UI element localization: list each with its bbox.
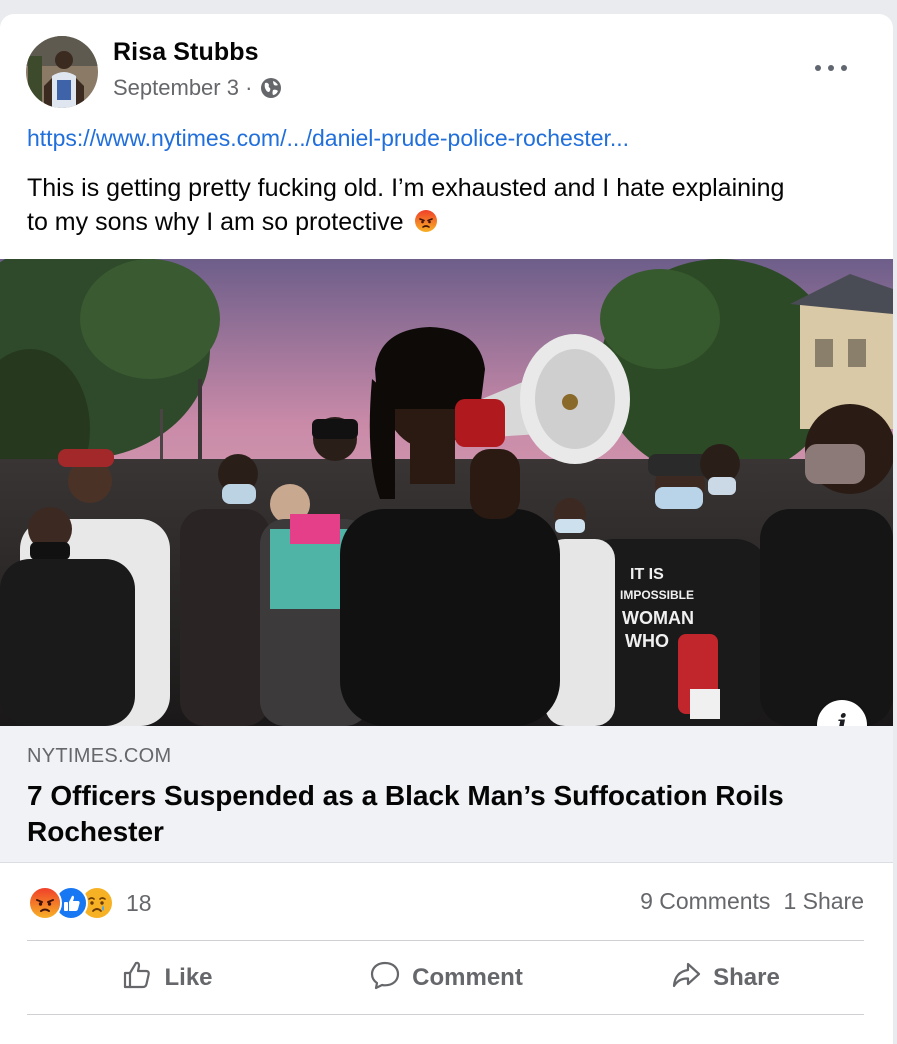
comment-label: Comment [412,964,523,991]
comment-button[interactable]: Comment [306,942,585,1014]
reactions-summary[interactable]: 18 [28,886,152,920]
comment-bubble-icon [368,958,402,999]
post-card: Risa Stubbs September 3 · https://www.ny… [0,14,893,1044]
svg-text:IMPOSSIBLE: IMPOSSIBLE [620,588,694,602]
link-domain: NYTIMES.COM [27,745,172,767]
svg-text:IT IS: IT IS [630,566,664,583]
article-photo[interactable]: IT IS IMPOSSIBLE WOMAN WHO [0,259,893,726]
thumbs-up-icon [120,958,154,999]
divider [27,1014,864,1015]
author-name[interactable]: Risa Stubbs [113,38,259,67]
dot [815,65,821,71]
action-bar: Like Comment Share [27,942,864,1014]
divider [27,940,864,941]
like-label: Like [164,964,213,991]
author-avatar[interactable] [26,36,98,108]
engagement-counts: 9 Comments 1 Share [640,888,864,915]
svg-text:WOMAN: WOMAN [622,608,694,628]
angry-icon [28,886,62,920]
comments-count[interactable]: 9 Comments [640,888,770,915]
globe-icon[interactable] [260,77,282,99]
dot [828,65,834,71]
dot [841,65,847,71]
reaction-count: 18 [126,889,152,916]
share-button[interactable]: Share [585,942,864,1014]
post-text-body: This is getting pretty fucking old. I’m … [27,174,785,236]
post-link[interactable]: https://www.nytimes.com/.../daniel-prude… [27,125,629,152]
post-date[interactable]: September 3 · [113,75,252,101]
svg-text:WHO: WHO [625,631,669,651]
angry-emoji-icon [414,208,438,232]
post-text: This is getting pretty fucking old. I’m … [27,171,787,239]
like-button[interactable]: Like [27,942,306,1014]
shares-count[interactable]: 1 Share [783,888,864,915]
post-meta: September 3 · [113,75,282,101]
more-options-button[interactable] [815,56,847,80]
link-headline[interactable]: 7 Officers Suspended as a Black Man’s Su… [27,778,867,850]
share-arrow-icon [669,958,703,999]
link-preview[interactable]: NYTIMES.COM 7 Officers Suspended as a Bl… [0,726,893,863]
share-label: Share [713,964,780,991]
